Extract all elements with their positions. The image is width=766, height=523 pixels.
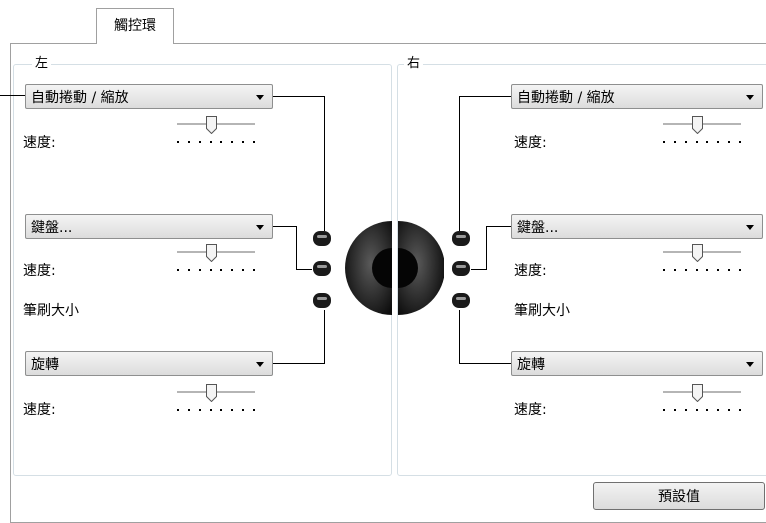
right-speed-1-slider[interactable] bbox=[657, 116, 747, 156]
chevron-down-icon bbox=[746, 362, 754, 367]
express-button-icon bbox=[452, 261, 470, 276]
connector-line bbox=[324, 96, 325, 231]
right-function-1-value: 自動捲動 / 縮放 bbox=[517, 89, 615, 106]
slider-ticks bbox=[177, 141, 255, 144]
slider-thumb-icon[interactable] bbox=[692, 384, 703, 402]
right-speed-2-slider[interactable] bbox=[657, 244, 747, 284]
right-function-3-dropdown[interactable]: 旋轉 bbox=[511, 351, 763, 376]
tab-touch-ring[interactable]: 觸控環 bbox=[96, 8, 174, 44]
tab-label: 觸控環 bbox=[114, 18, 156, 34]
slider-ticks bbox=[663, 409, 741, 412]
connector-line bbox=[486, 226, 511, 227]
connector-line bbox=[296, 269, 312, 270]
left-function-1-value: 自動捲動 / 縮放 bbox=[31, 89, 129, 106]
slider-thumb-icon[interactable] bbox=[692, 244, 703, 262]
right-function-1-dropdown[interactable]: 自動捲動 / 縮放 bbox=[511, 84, 763, 109]
touch-ring-icon bbox=[398, 221, 444, 315]
left-function-1-dropdown[interactable]: 自動捲動 / 縮放 bbox=[25, 84, 273, 109]
left-group-title: 左 bbox=[32, 56, 52, 72]
express-button-icon bbox=[313, 293, 331, 308]
slider-thumb-icon[interactable] bbox=[206, 244, 217, 262]
touch-ring-icon bbox=[345, 221, 392, 315]
chevron-down-icon bbox=[256, 95, 264, 100]
left-speed-2-slider[interactable] bbox=[171, 244, 261, 284]
left-function-3-value: 旋轉 bbox=[31, 356, 59, 373]
right-function-2-dropdown[interactable]: 鍵盤... bbox=[511, 214, 763, 239]
connector-line bbox=[273, 363, 325, 364]
express-button-icon bbox=[313, 261, 331, 276]
chevron-down-icon bbox=[746, 95, 754, 100]
connector-line bbox=[324, 310, 325, 363]
connector-line bbox=[459, 363, 511, 364]
connector-line bbox=[486, 226, 487, 270]
connector-line bbox=[296, 226, 297, 270]
right-group-title: 右 bbox=[404, 56, 424, 72]
express-button-icon bbox=[452, 293, 470, 308]
left-speed-3-label: 速度: bbox=[23, 402, 56, 418]
slider-thumb-icon[interactable] bbox=[206, 384, 217, 402]
left-brush-size-label: 筆刷大小 bbox=[23, 303, 79, 319]
left-function-3-dropdown[interactable]: 旋轉 bbox=[25, 351, 273, 376]
left-speed-3-slider[interactable] bbox=[171, 384, 261, 424]
right-speed-2-label: 速度: bbox=[514, 263, 547, 279]
connector-line bbox=[459, 96, 511, 97]
default-button[interactable]: 預設值 bbox=[593, 482, 765, 510]
right-function-2-value: 鍵盤... bbox=[517, 219, 559, 236]
tab-panel: 左 右 自動捲動 / 縮放 速度: 鍵盤... 速度: 筆刷大小 旋轉 速度: … bbox=[10, 43, 766, 523]
left-function-2-dropdown[interactable]: 鍵盤... bbox=[25, 214, 273, 239]
left-function-2-value: 鍵盤... bbox=[31, 219, 73, 236]
connector-line bbox=[273, 226, 297, 227]
connector-line bbox=[471, 269, 487, 270]
left-speed-1-label: 速度: bbox=[23, 135, 56, 151]
chevron-down-icon bbox=[256, 225, 264, 230]
right-brush-size-label: 筆刷大小 bbox=[514, 303, 570, 319]
connector-line bbox=[459, 310, 460, 363]
connector-line bbox=[459, 96, 460, 231]
pointer-line bbox=[0, 95, 25, 96]
right-speed-1-label: 速度: bbox=[514, 135, 547, 151]
right-speed-3-label: 速度: bbox=[514, 402, 547, 418]
slider-ticks bbox=[177, 269, 255, 272]
express-button-icon bbox=[452, 231, 470, 246]
right-function-3-value: 旋轉 bbox=[517, 356, 545, 373]
slider-thumb-icon[interactable] bbox=[206, 116, 217, 134]
chevron-down-icon bbox=[256, 362, 264, 367]
express-button-icon bbox=[313, 231, 331, 246]
right-speed-3-slider[interactable] bbox=[657, 384, 747, 424]
default-button-label: 預設值 bbox=[658, 489, 700, 505]
chevron-down-icon bbox=[746, 225, 754, 230]
connector-line bbox=[273, 96, 325, 97]
left-speed-2-label: 速度: bbox=[23, 263, 56, 279]
slider-ticks bbox=[177, 409, 255, 412]
slider-ticks bbox=[663, 141, 741, 144]
slider-thumb-icon[interactable] bbox=[692, 116, 703, 134]
slider-ticks bbox=[663, 269, 741, 272]
left-speed-1-slider[interactable] bbox=[171, 116, 261, 156]
